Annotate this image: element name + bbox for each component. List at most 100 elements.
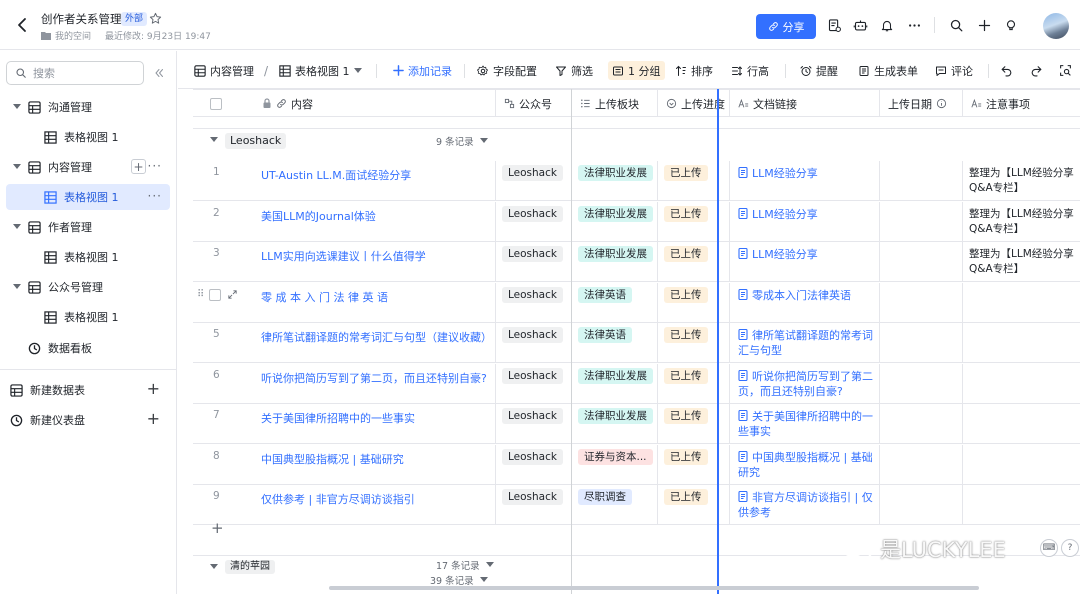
content-cell[interactable]: 5 律所笔试翻译题的常考词汇与句型（建议收藏） <box>193 323 496 363</box>
doc-link[interactable]: LLM经验分享 <box>738 207 873 222</box>
new-table-button[interactable]: 新建数据表 + <box>6 377 170 403</box>
doc-link[interactable]: 零成本入门法律英语 <box>738 288 873 303</box>
table-row[interactable]: 5 律所笔试翻译题的常考词汇与句型（建议收藏） Leoshack 法律英语 已上传 律所笔… <box>193 323 1080 363</box>
sidebar-table-accounts[interactable]: 公众号管理 <box>6 274 170 300</box>
notes-cell[interactable] <box>963 283 1080 323</box>
filter-button[interactable]: 筛选 <box>555 62 593 79</box>
help-icon[interactable]: ? <box>1061 539 1079 557</box>
group-header[interactable]: Leoshack 9 条记录 <box>193 128 1080 150</box>
upload-date-cell[interactable] <box>880 242 963 282</box>
caret-down-icon[interactable] <box>12 102 22 112</box>
table-row[interactable]: 1 UT-Austin LL.M.面试经验分享 Leoshack 法律职业发展 已上传 L… <box>193 161 1080 201</box>
content-title[interactable]: 关于美国律所招聘中的一些事实 <box>261 410 415 426</box>
doc-link[interactable]: LLM经验分享 <box>738 247 873 262</box>
remind-button[interactable]: 提醒 <box>800 62 838 79</box>
lightbulb-icon[interactable] <box>1003 17 1019 33</box>
bell-icon[interactable] <box>879 17 895 33</box>
horizontal-scrollbar[interactable] <box>329 586 979 590</box>
upload-date-cell[interactable] <box>880 282 963 323</box>
column-resize-indicator[interactable] <box>717 89 719 594</box>
caret-down-icon[interactable] <box>12 222 22 232</box>
row-height-button[interactable]: 行高 <box>731 62 769 79</box>
collapse-sidebar-icon[interactable] <box>152 66 166 80</box>
doc-link[interactable]: 律所笔试翻译题的常考词汇与句型 <box>738 328 873 358</box>
table-row[interactable]: 8 中国典型股指概况 | 基础研究 Leoshack 证券与资本... 已上传 中国典型股… <box>193 444 1080 485</box>
table-row[interactable]: 6 听说你把简历写到了第二页，而且还特别自豪? Leoshack 法律职业发展 已上传 听… <box>193 363 1080 404</box>
more-icon[interactable] <box>906 17 922 33</box>
content-cell[interactable]: 6 听说你把简历写到了第二页，而且还特别自豪? <box>193 363 496 404</box>
upload-date-cell[interactable] <box>880 323 963 363</box>
content-cell[interactable]: ⠿ 零 成 本 入 门 法 律 英 语 <box>193 282 496 323</box>
notes-cell[interactable] <box>963 404 1080 444</box>
keyboard-icon[interactable]: ⌨ <box>1040 539 1058 557</box>
doc-link[interactable]: 非官方尽调访谈指引 | 仅供参考 <box>738 490 873 520</box>
table-row[interactable]: 2 美国LLM的Journal体验 Leoshack 法律职业发展 已上传 LLM经验分享… <box>193 201 1080 242</box>
redo-icon[interactable] <box>1030 62 1043 79</box>
star-icon[interactable] <box>149 12 162 25</box>
find-replace-icon[interactable] <box>1059 62 1072 79</box>
sidebar-view-accounts[interactable]: 表格视图 1 <box>6 304 170 330</box>
search-input[interactable]: 搜索 <box>6 61 144 85</box>
generate-form-button[interactable]: 生成表单 <box>858 62 918 79</box>
doc-info-icon[interactable] <box>826 17 842 33</box>
notes-cell[interactable] <box>963 445 1080 485</box>
column-header-notes[interactable]: 注意事项 <box>963 90 1080 117</box>
column-header-account[interactable]: 公众号 <box>496 90 572 117</box>
plus-icon[interactable]: + <box>147 381 160 397</box>
sidebar-view-authors[interactable]: 表格视图 1 <box>6 244 170 270</box>
caret-down-icon[interactable] <box>210 137 218 143</box>
content-title[interactable]: 美国LLM的Journal体验 <box>261 208 376 224</box>
plus-icon[interactable]: + <box>147 411 160 427</box>
doc-link[interactable]: 中国典型股指概况 | 基础研究 <box>738 450 873 480</box>
doc-link[interactable]: LLM经验分享 <box>738 166 873 181</box>
content-cell[interactable]: 3 LLM实用向选课建议丨什么值得学 <box>193 242 496 282</box>
content-title[interactable]: 听说你把简历写到了第二页，而且还特别自豪? <box>261 370 487 386</box>
sidebar-dashboard[interactable]: 数据看板 <box>6 335 170 361</box>
more-icon[interactable]: ··· <box>148 159 162 173</box>
content-title[interactable]: 中国典型股指概况 | 基础研究 <box>261 451 404 467</box>
expand-row-icon[interactable] <box>227 289 238 300</box>
share-button[interactable]: 分享 <box>756 14 816 39</box>
select-all-checkbox[interactable] <box>193 90 253 117</box>
doc-link[interactable]: 关于美国律所招聘中的一些事实 <box>738 409 873 439</box>
add-record-button[interactable]: 添加记录 <box>392 62 452 79</box>
content-title[interactable]: 仅供参考 | 非官方尽调访谈指引 <box>261 491 415 507</box>
upload-date-cell[interactable] <box>880 161 963 201</box>
drag-handle-icon[interactable]: ⠿ <box>197 289 204 300</box>
caret-down-icon[interactable] <box>210 564 218 570</box>
column-header-doclink[interactable]: 文档链接 <box>730 90 880 117</box>
group-record-count[interactable]: 9 条记录 <box>436 134 488 148</box>
upload-date-cell[interactable] <box>880 444 963 485</box>
new-dashboard-button[interactable]: 新建仪表盘 + <box>6 407 170 433</box>
table-row[interactable]: 7 关于美国律所招聘中的一些事实 Leoshack 法律职业发展 已上传 关于美国律所招聘… <box>193 404 1080 444</box>
back-arrow-icon[interactable] <box>14 16 30 34</box>
comment-button[interactable]: 评论 <box>935 62 973 79</box>
breadcrumb-view[interactable]: 表格视图 1 <box>279 62 362 79</box>
add-view-button[interactable]: + <box>131 159 146 174</box>
content-cell[interactable]: 8 中国典型股指概况 | 基础研究 <box>193 444 496 485</box>
more-icon[interactable]: ··· <box>148 189 162 203</box>
notes-cell[interactable] <box>963 364 1080 404</box>
table-row[interactable]: ⠿ 零 成 本 入 门 法 律 英 语 Leoshack 法律英语 已上传 零成本入门法律… <box>193 282 1080 323</box>
upload-date-cell[interactable] <box>880 363 963 404</box>
content-cell[interactable]: 2 美国LLM的Journal体验 <box>193 201 496 242</box>
breadcrumb-table[interactable]: 内容管理 <box>194 62 254 79</box>
row-checkbox[interactable] <box>209 288 222 301</box>
column-header-section[interactable]: 上传板块 <box>572 90 658 117</box>
caret-down-icon[interactable] <box>12 162 22 172</box>
notes-cell[interactable] <box>963 323 1080 363</box>
column-header-upload-date[interactable]: 上传日期 <box>880 90 963 117</box>
column-header-progress[interactable]: 上传进度 <box>658 90 730 117</box>
content-title[interactable]: 律所笔试翻译题的常考词汇与句型（建议收藏） <box>261 329 492 345</box>
total-record-count[interactable]: 39 条记录 <box>430 573 488 587</box>
sidebar-table-authors[interactable]: 作者管理 <box>6 214 170 240</box>
upload-date-cell[interactable] <box>880 201 963 242</box>
content-title[interactable]: 零 成 本 入 门 法 律 英 语 <box>261 289 388 305</box>
plus-icon[interactable] <box>976 17 992 33</box>
table-row[interactable]: 3 LLM实用向选课建议丨什么值得学 Leoshack 法律职业发展 已上传 LLM经验分… <box>193 242 1080 282</box>
field-config-button[interactable]: 字段配置 <box>477 62 537 79</box>
column-header-content[interactable]: 内容 <box>253 90 496 117</box>
caret-down-icon[interactable] <box>12 282 22 292</box>
group-button[interactable]: 1 分组 <box>608 61 665 80</box>
sidebar-view-communication[interactable]: 表格视图 1 <box>6 124 170 150</box>
